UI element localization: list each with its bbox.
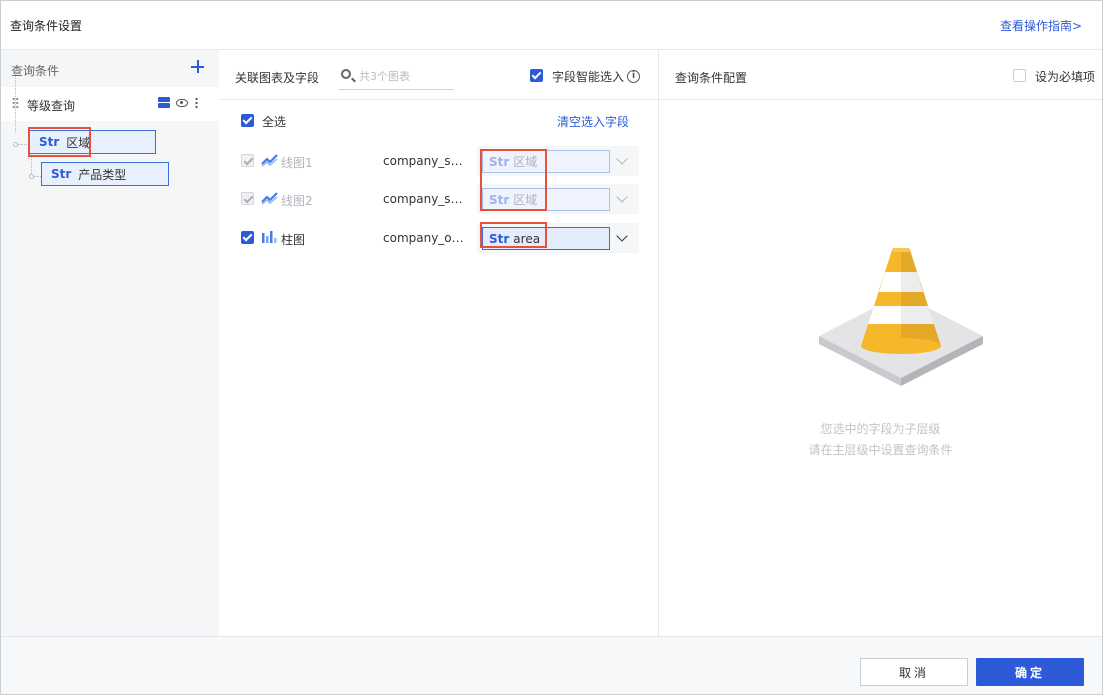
dialog-title: 查询条件设置 [10, 19, 83, 33]
info-icon[interactable]: i [627, 70, 640, 83]
dataset-name: company_ord... [383, 231, 467, 245]
empty-state-text: 您选中的字段为子层级 [820, 422, 941, 436]
guide-link[interactable]: 查看操作指南> [1000, 17, 1082, 34]
query-settings-dialog: 查询条件设置 查看操作指南> 查询条件 等级查询 Str 区域 Str 产品类型… [0, 0, 1103, 695]
linked-charts-title: 关联图表及字段 [235, 71, 320, 85]
select-all-label: 全选 [262, 115, 287, 129]
field-type-tag: Str [51, 167, 72, 181]
cancel-button[interactable]: 取消 [860, 658, 968, 686]
add-condition-icon[interactable] [189, 58, 207, 76]
field-name: 产品类型 [78, 167, 127, 182]
smart-select-checkbox[interactable] [530, 69, 543, 82]
select-all-checkbox[interactable] [241, 114, 254, 127]
chart-search [339, 64, 454, 90]
chart-row: 线图2 company_sal... Str 区域 [235, 184, 639, 214]
linked-charts-header: 关联图表及字段 字段智能选入 i [219, 50, 659, 100]
chart-name: 线图2 [281, 194, 313, 208]
chart-row-checkbox [241, 154, 254, 167]
condition-group-row[interactable]: 等级查询 [1, 87, 219, 121]
database-icon[interactable] [158, 97, 170, 108]
tree-connector [15, 73, 16, 133]
required-label: 设为必填项 [1035, 70, 1096, 84]
dialog-footer: 取消 确定 [1, 636, 1102, 694]
dataset-name: company_sal... [383, 192, 467, 206]
highlight-box [480, 222, 547, 248]
search-icon [341, 69, 351, 79]
chart-row: 柱图 company_ord... Str area [235, 223, 639, 253]
confirm-button[interactable]: 确定 [976, 658, 1084, 686]
eye-icon[interactable] [176, 99, 188, 107]
chart-row-checkbox [241, 192, 254, 205]
traffic-cone-icon [819, 248, 983, 386]
tree-node-dot [13, 142, 18, 147]
tree-field-product-type[interactable]: Str 产品类型 [41, 162, 169, 186]
chart-row: 线图1 company_sal... Str 区域 [235, 146, 639, 176]
tree-node-dot [29, 174, 34, 179]
empty-state-text: 请在主层级中设置查询条件 [808, 443, 953, 457]
chart-row-checkbox[interactable] [241, 231, 254, 244]
required-checkbox[interactable] [1013, 69, 1026, 82]
chart-name: 线图1 [281, 156, 313, 170]
condition-config-panel: 查询条件配置 设为必填项 您选中的字段为子层级 请在主层级中设置查询条件 [659, 50, 1102, 636]
tree-connector [31, 156, 32, 176]
linked-charts-panel: 关联图表及字段 字段智能选入 i 全选 清空选入字段 线图1 company_s… [219, 50, 659, 636]
clear-fields-link[interactable]: 清空选入字段 [557, 113, 629, 130]
highlight-box [480, 149, 547, 211]
chart-name: 柱图 [281, 233, 306, 247]
dataset-name: company_sal... [383, 154, 467, 168]
condition-config-header: 查询条件配置 设为必填项 [659, 50, 1102, 100]
bar-chart-icon [262, 231, 277, 243]
more-icon[interactable] [195, 97, 198, 109]
line-chart-icon [261, 154, 278, 167]
smart-select-label: 字段智能选入 [552, 70, 625, 84]
condition-group-label: 等级查询 [27, 99, 76, 113]
query-conditions-header: 查询条件 [1, 50, 219, 87]
chart-search-input[interactable] [359, 67, 449, 85]
highlight-box [28, 127, 91, 157]
condition-config-title: 查询条件配置 [675, 71, 748, 85]
line-chart-icon [261, 192, 278, 205]
dialog-header: 查询条件设置 查看操作指南> [1, 1, 1102, 50]
query-conditions-title: 查询条件 [11, 64, 60, 78]
